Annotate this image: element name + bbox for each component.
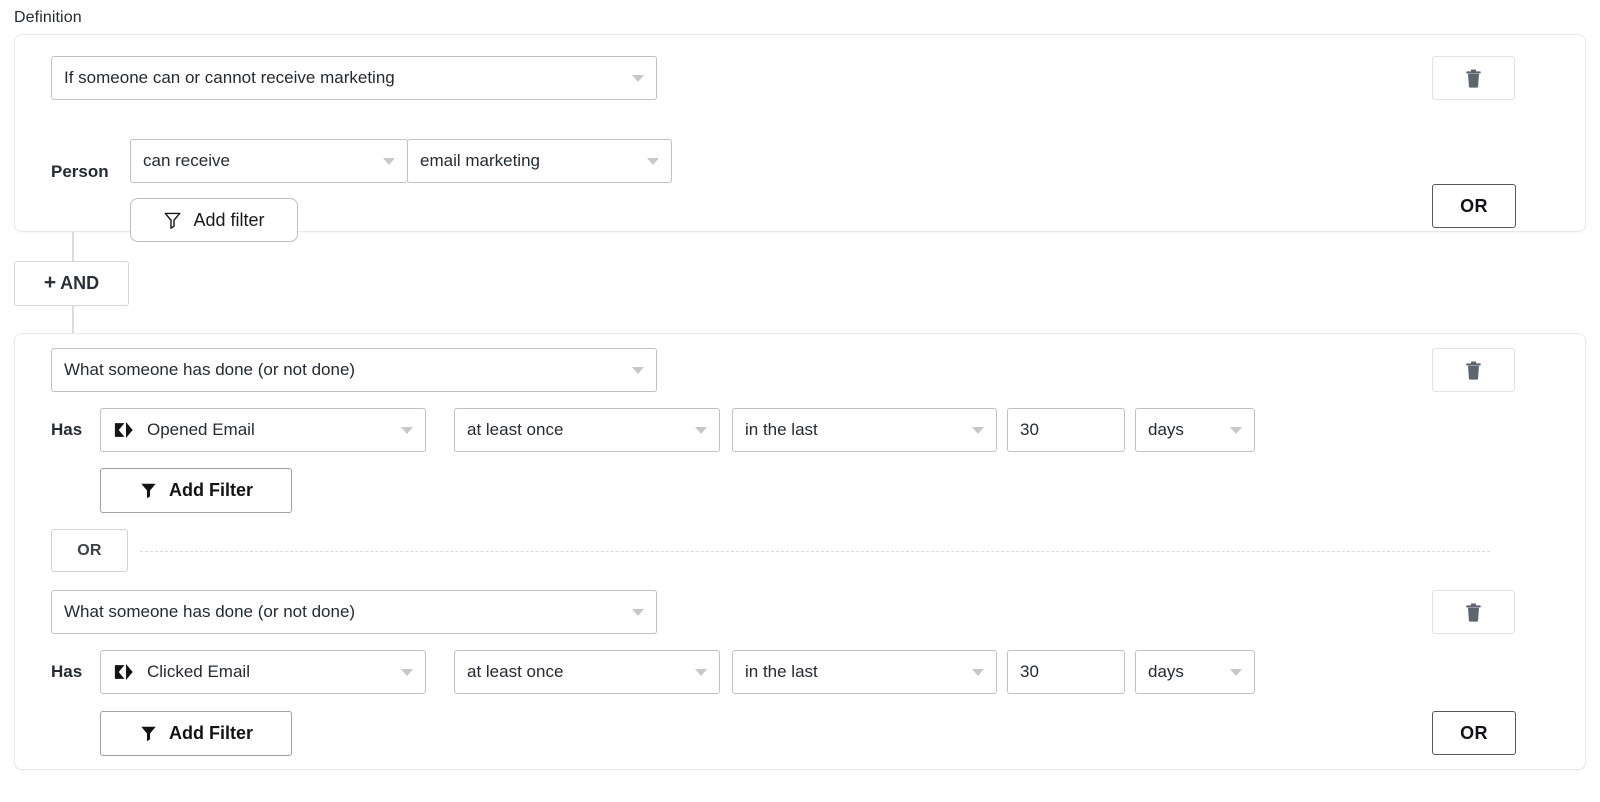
add-and-button-label: AND bbox=[60, 273, 99, 294]
metric-select-b[interactable]: Clicked Email bbox=[100, 650, 426, 694]
condition-type-select-2a[interactable]: What someone has done (or not done) bbox=[51, 348, 657, 392]
condition-group-1: If someone can or cannot receive marketi… bbox=[14, 34, 1586, 232]
trash-icon bbox=[1465, 69, 1482, 88]
chevron-down-icon bbox=[1230, 427, 1242, 434]
frequency-select-a-value: at least once bbox=[467, 420, 685, 440]
add-and-button[interactable]: + AND bbox=[14, 261, 129, 306]
amount-input-b[interactable]: 30 bbox=[1007, 650, 1125, 694]
or-separator-label: OR bbox=[77, 542, 102, 560]
timeframe-select-b[interactable]: in the last bbox=[732, 650, 997, 694]
or-button-1[interactable]: OR bbox=[1432, 184, 1516, 228]
add-filter-button-2b[interactable]: Add Filter bbox=[100, 711, 292, 756]
condition-type-select-2b-value: What someone has done (or not done) bbox=[64, 602, 622, 622]
or-separator-line bbox=[140, 551, 1490, 552]
chevron-down-icon bbox=[632, 609, 644, 616]
trash-icon bbox=[1465, 361, 1482, 380]
row-label-person: Person bbox=[51, 162, 109, 182]
funnel-outline-icon bbox=[163, 211, 182, 230]
chevron-down-icon bbox=[695, 669, 707, 676]
delete-condition-button-2a[interactable] bbox=[1432, 348, 1515, 392]
funnel-filled-icon bbox=[139, 724, 158, 743]
timeframe-select-b-value: in the last bbox=[745, 662, 962, 682]
condition-type-select-2b[interactable]: What someone has done (or not done) bbox=[51, 590, 657, 634]
row-label-has-b: Has bbox=[51, 662, 82, 682]
row-label-has-a: Has bbox=[51, 420, 82, 440]
unit-select-b-value: days bbox=[1148, 662, 1220, 682]
klaviyo-mark-icon bbox=[113, 662, 135, 682]
metric-select-a-value: Opened Email bbox=[147, 420, 391, 440]
metric-select-b-value: Clicked Email bbox=[147, 662, 391, 682]
definition-builder: Definition If someone can or cannot rece… bbox=[0, 0, 1600, 802]
chevron-down-icon bbox=[1230, 669, 1242, 676]
trash-icon bbox=[1465, 603, 1482, 622]
chevron-down-icon bbox=[632, 75, 644, 82]
person-channel-select[interactable]: email marketing bbox=[407, 139, 672, 183]
add-filter-button-1-label: Add filter bbox=[193, 210, 264, 231]
page-title: Definition bbox=[14, 9, 82, 27]
timeframe-select-a[interactable]: in the last bbox=[732, 408, 997, 452]
person-operator-value: can receive bbox=[143, 151, 373, 171]
chevron-down-icon bbox=[647, 158, 659, 165]
amount-input-b-value: 30 bbox=[1020, 662, 1039, 682]
add-filter-button-1[interactable]: Add filter bbox=[130, 198, 298, 242]
chevron-down-icon bbox=[401, 427, 413, 434]
person-channel-value: email marketing bbox=[420, 151, 637, 171]
condition-type-select-1[interactable]: If someone can or cannot receive marketi… bbox=[51, 56, 657, 100]
or-separator-button[interactable]: OR bbox=[51, 529, 128, 572]
or-button-1-label: OR bbox=[1460, 196, 1488, 217]
frequency-select-a[interactable]: at least once bbox=[454, 408, 720, 452]
amount-input-a-value: 30 bbox=[1020, 420, 1039, 440]
or-button-2-label: OR bbox=[1460, 723, 1488, 744]
chevron-down-icon bbox=[972, 669, 984, 676]
chevron-down-icon bbox=[695, 427, 707, 434]
frequency-select-b[interactable]: at least once bbox=[454, 650, 720, 694]
frequency-select-b-value: at least once bbox=[467, 662, 685, 682]
chevron-down-icon bbox=[972, 427, 984, 434]
unit-select-b[interactable]: days bbox=[1135, 650, 1255, 694]
condition-type-select-1-value: If someone can or cannot receive marketi… bbox=[64, 68, 622, 88]
unit-select-a-value: days bbox=[1148, 420, 1220, 440]
amount-input-a[interactable]: 30 bbox=[1007, 408, 1125, 452]
delete-condition-button-1[interactable] bbox=[1432, 56, 1515, 100]
add-filter-button-2a-label: Add Filter bbox=[169, 480, 253, 501]
connector-line-bottom bbox=[72, 306, 74, 334]
chevron-down-icon bbox=[401, 669, 413, 676]
chevron-down-icon bbox=[383, 158, 395, 165]
unit-select-a[interactable]: days bbox=[1135, 408, 1255, 452]
chevron-down-icon bbox=[632, 367, 644, 374]
or-button-2[interactable]: OR bbox=[1432, 711, 1516, 755]
add-filter-button-2a[interactable]: Add Filter bbox=[100, 468, 292, 513]
metric-select-a[interactable]: Opened Email bbox=[100, 408, 426, 452]
klaviyo-mark-icon bbox=[113, 420, 135, 440]
timeframe-select-a-value: in the last bbox=[745, 420, 962, 440]
condition-group-2: What someone has done (or not done) Has … bbox=[14, 333, 1586, 770]
plus-icon: + bbox=[44, 272, 56, 293]
funnel-filled-icon bbox=[139, 481, 158, 500]
person-operator-select[interactable]: can receive bbox=[130, 139, 408, 183]
condition-type-select-2a-value: What someone has done (or not done) bbox=[64, 360, 622, 380]
delete-condition-button-2b[interactable] bbox=[1432, 590, 1515, 634]
add-filter-button-2b-label: Add Filter bbox=[169, 723, 253, 744]
